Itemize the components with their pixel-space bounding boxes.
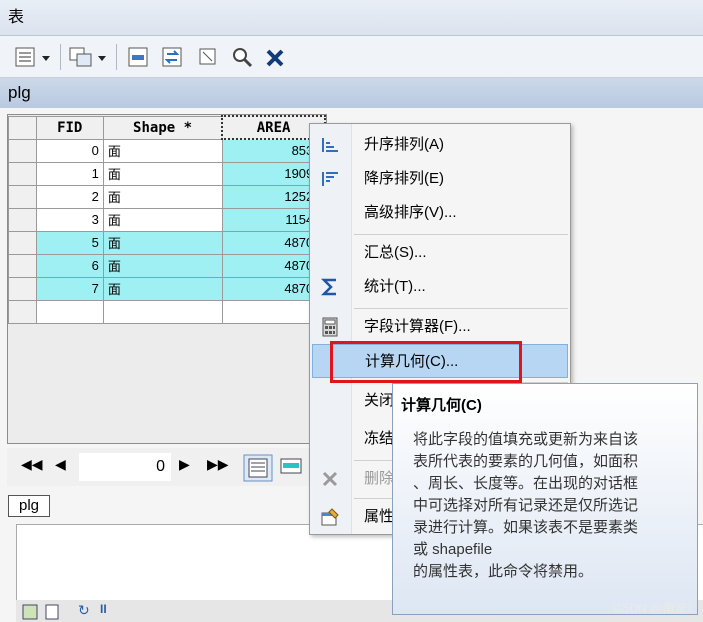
row-selector[interactable] [8,276,37,301]
cell-fid-empty[interactable] [35,299,104,324]
cell-shape: 面 [102,161,223,186]
clear-selection-icon[interactable] [196,45,220,69]
pause-icon[interactable]: II [100,602,107,616]
tooltip-title: 计算几何(C) [401,397,482,414]
tooltip-line: 表所代表的要素的几何值，如面积 [413,453,639,470]
table-row[interactable]: 2 面 12524 [8,184,326,209]
row-selector[interactable] [8,184,37,209]
row-selector[interactable] [8,161,37,186]
menu-item-sort-ascending[interactable]: 升序排列(A) [312,128,568,162]
cell-shape: 面 [102,207,223,232]
cell-fid: 7 [35,276,104,301]
menu-item-label: 降序排列(E) [364,170,444,187]
table-row[interactable]: 5 面 48700 [8,230,326,255]
table-row-new[interactable] [8,299,326,324]
menu-item-label: 字段计算器(F)... [364,318,471,335]
cell-shape: 面 [102,184,223,209]
table-row[interactable]: 7 面 48700 [8,276,326,301]
previous-record-icon[interactable]: ◀ [55,456,66,473]
table-row[interactable]: 1 面 19099 [8,161,326,186]
window-title: 表 [0,0,703,36]
table-options-icon[interactable] [14,45,38,69]
highlight-box [330,341,522,383]
select-by-attributes-icon[interactable] [126,45,150,69]
sort-descending-icon [322,172,338,186]
cell-fid: 5 [35,230,104,255]
cell-shape-empty[interactable] [102,299,223,324]
tooltip-line: 、周长、长度等。在出现的对话框 [413,475,639,492]
record-navigator: ◀◀ ◀ 0 ▶ ▶▶ [7,448,327,486]
row-selector-header[interactable] [8,115,37,140]
row-selector[interactable] [8,207,37,232]
last-record-icon[interactable]: ▶▶ [207,456,229,473]
menu-item-label: 冻结 [364,430,395,447]
menu-item-field-calculator[interactable]: 字段计算器(F)... [312,310,568,344]
cell-fid: 1 [35,161,104,186]
row-selector[interactable] [8,253,37,278]
menu-item-label: 汇总(S)... [364,244,427,261]
row-selector[interactable] [8,138,37,163]
menu-item-label: 统计(T)... [364,278,426,295]
delete-selected-icon[interactable] [264,45,286,69]
sort-ascending-icon [322,138,338,152]
tooltip-body: 将此字段的值填充或更新为来自该 表所代表的要素的几何值，如面积 、周长、长度等。… [407,429,683,583]
menu-item-label: 高级排序(V)... [364,204,457,221]
cell-fid: 0 [35,138,104,163]
menu-item-summarize[interactable]: 汇总(S)... [312,236,568,270]
record-number-input[interactable]: 0 [79,453,171,481]
properties-icon [321,508,339,526]
menu-item-sort-descending[interactable]: 降序排列(E) [312,162,568,196]
menu-item-advanced-sort[interactable]: 高级排序(V)... [312,196,568,230]
chevron-down-icon[interactable] [96,45,108,69]
cell-shape: 面 [102,138,223,163]
map-view-icon[interactable] [22,604,38,620]
bottom-table-tab[interactable]: plg [8,495,50,517]
show-selected-records-icon[interactable] [279,456,303,478]
column-header-shape[interactable]: Shape * [102,115,223,140]
column-header-fid[interactable]: FID [35,115,104,140]
next-record-icon[interactable]: ▶ [179,456,190,473]
delete-icon [322,471,338,487]
menu-item-label: 删除 [364,470,395,487]
calculator-icon [322,317,338,337]
row-selector[interactable] [8,230,37,255]
refresh-icon[interactable]: ↻ [78,602,90,619]
related-tables-icon[interactable] [68,45,94,69]
tooltip: 计算几何(C) 将此字段的值填充或更新为来自该 表所代表的要素的几何值，如面积 … [392,383,698,615]
table-row[interactable]: 0 面 8539 [8,138,326,163]
watermark: CSDN @南波1 [612,601,693,615]
table-header-row: FID Shape * AREA [8,115,326,140]
menu-item-label: 关闭 [364,392,395,409]
layout-view-icon[interactable] [44,604,60,620]
toolbar [0,36,703,78]
switch-selection-icon[interactable] [160,45,184,69]
cell-fid: 2 [35,184,104,209]
cell-fid: 6 [35,253,104,278]
tooltip-line: 将此字段的值填充或更新为来自该 [413,431,639,448]
cell-shape: 面 [102,230,223,255]
attribute-table: FID Shape * AREA 0 面 8539 1 面 19099 2 面 … [7,114,327,444]
cell-fid: 3 [35,207,104,232]
tooltip-line: 中可选择对所有记录还是仅所选记 [413,497,639,514]
chevron-down-icon[interactable] [40,45,52,69]
first-record-icon[interactable]: ◀◀ [21,456,43,473]
menu-item-label: 属性 [364,508,395,525]
sigma-icon [320,278,336,296]
tooltip-line: 录进行计算。如果该表不是要素类 [413,519,639,536]
cell-shape: 面 [102,253,223,278]
row-selector[interactable] [8,299,37,324]
tooltip-line: 的属性表，此命令将禁用。 [413,563,594,580]
table-row[interactable]: 6 面 48700 [8,253,326,278]
cell-shape: 面 [102,276,223,301]
table-tab[interactable]: plg [0,78,703,108]
table-row[interactable]: 3 面 11541 [8,207,326,232]
menu-item-statistics[interactable]: 统计(T)... [312,270,568,304]
zoom-to-selected-icon[interactable] [230,45,254,69]
show-all-records-icon[interactable] [243,454,273,482]
tooltip-line: 或 shapefile [413,541,493,558]
menu-item-label: 升序排列(A) [364,136,444,153]
